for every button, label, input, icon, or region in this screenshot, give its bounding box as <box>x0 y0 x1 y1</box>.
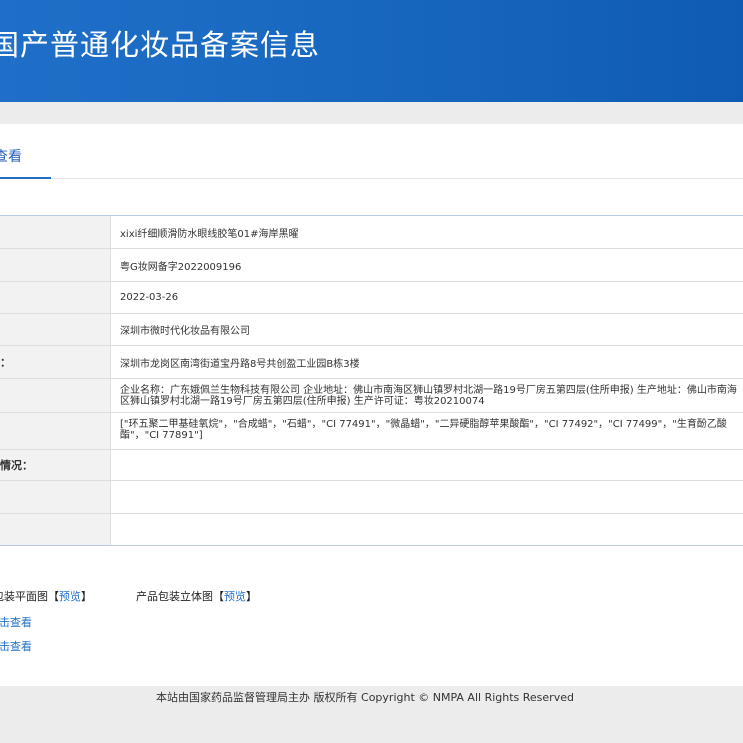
table-row: 粤G妆网备字2022009196 <box>0 249 743 282</box>
content-panel: 查看 xixi纤细顺滑防水眼线胶笔01#海岸黑曜 粤G妆网备字202200919… <box>0 124 743 686</box>
tab-view-label: 查看 <box>0 149 22 165</box>
empty-value <box>111 514 743 545</box>
table-row: xixi纤细顺滑防水眼线胶笔01#海岸黑曜 <box>0 216 743 249</box>
footer-copyright: 本站由国家药品监督管理局主办 版权所有 Copyright © NMPA All… <box>156 691 574 704</box>
record-number-value: 粤G妆网备字2022009196 <box>120 261 242 273</box>
row-label <box>0 216 111 248</box>
manufacturer-value: 企业名称：广东娥佩兰生物科技有限公司 企业地址：佛山市南海区狮山镇罗村北湖一路1… <box>120 385 737 407</box>
page-footer: 本站由国家药品监督管理局主办 版权所有 Copyright © NMPA All… <box>0 686 743 743</box>
table-row: 情况： <box>0 450 743 481</box>
table-row: 深圳市微时代化妆品有限公司 <box>0 314 743 346</box>
ingredients-value: ["环五聚二甲基硅氧烷"，"合成蜡"，"石蜡"，"CI 77491"，"微晶蜡"… <box>120 419 727 441</box>
solid-image-label: 产品包装立体图 <box>136 590 213 603</box>
registrant-value: 深圳市微时代化妆品有限公司 <box>120 326 250 337</box>
row-label <box>0 379 111 412</box>
row-label <box>0 249 111 281</box>
row-label <box>0 413 111 449</box>
table-row: ： 深圳市龙岗区南湾街道宝丹路8号共创盈工业园B栋3楼 <box>0 346 743 379</box>
row-label <box>0 314 111 345</box>
tab-bar: 查看 <box>0 124 743 179</box>
row-label <box>0 514 111 545</box>
record-date-value: 2022-03-26 <box>120 292 179 303</box>
table-row <box>0 514 743 545</box>
row-label <box>0 282 111 313</box>
table-row: 企业名称：广东娥佩兰生物科技有限公司 企业地址：佛山市南海区狮山镇罗村北湖一路1… <box>0 379 743 413</box>
page-header: 国产普通化妆品备案信息 <box>0 0 743 102</box>
table-row: 2022-03-26 <box>0 282 743 314</box>
solid-image-item: 产品包装立体图【预览】 <box>136 590 257 603</box>
package-images: 产品包装平面图【预览】 产品包装立体图【预览】 点击查看 点击查看 <box>0 584 743 664</box>
info-table: xixi纤细顺滑防水眼线胶笔01#海岸黑曜 粤G妆网备字2022009196 2… <box>0 215 743 546</box>
table-row <box>0 481 743 514</box>
flat-image-label: 产品包装平面图 <box>0 590 48 603</box>
empty-value <box>111 481 743 513</box>
registrant-address-value: 深圳市龙岗区南湾街道宝丹路8号共创盈工业园B栋3楼 <box>120 358 360 370</box>
flat-preview-link[interactable]: 预览 <box>59 590 81 603</box>
view-link-2[interactable]: 点击查看 <box>0 638 32 654</box>
view-link-1[interactable]: 点击查看 <box>0 614 32 630</box>
empty-value <box>111 450 743 480</box>
product-name-value: xixi纤细顺滑防水眼线胶笔01#海岸黑曜 <box>120 228 299 240</box>
row-label: ： <box>0 346 111 378</box>
page-title: 国产普通化妆品备案信息 <box>0 28 321 62</box>
table-row: ["环五聚二甲基硅氧烷"，"合成蜡"，"石蜡"，"CI 77491"，"微晶蜡"… <box>0 413 743 450</box>
tab-view[interactable]: 查看 <box>0 124 51 179</box>
flat-image-item: 产品包装平面图【预览】 <box>0 588 92 604</box>
solid-preview-link[interactable]: 预览 <box>224 590 246 603</box>
row-label <box>0 481 111 513</box>
row-label: 情况： <box>0 450 111 480</box>
